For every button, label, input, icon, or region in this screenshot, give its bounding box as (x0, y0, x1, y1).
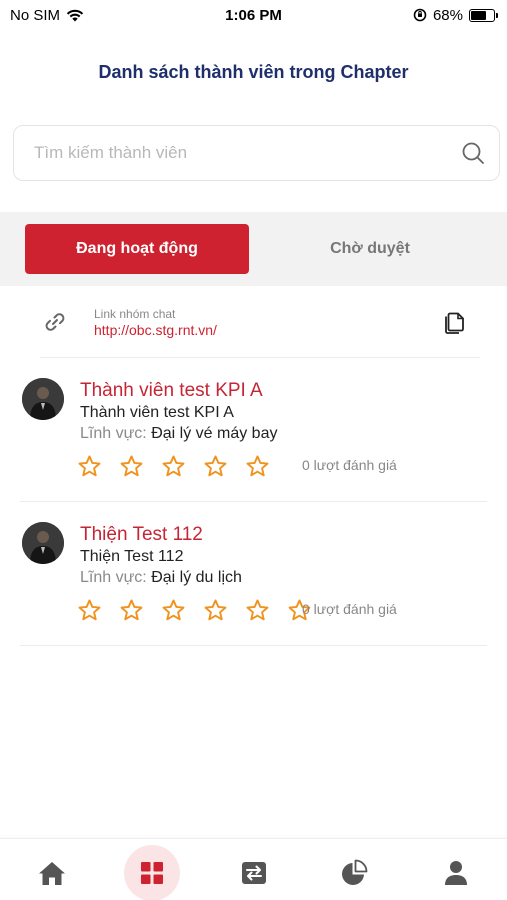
copy-icon[interactable] (444, 310, 466, 334)
chat-link-url[interactable]: http://obc.stg.rnt.vn/ (94, 322, 217, 338)
star-icon (120, 599, 143, 621)
search-input[interactable] (34, 143, 461, 163)
member-subtitle: Thiện Test 112 (80, 548, 184, 565)
star-icon (162, 599, 185, 621)
member-name[interactable]: Thiện Test 112 (80, 524, 203, 546)
tab-pending-approval[interactable]: Chờ duyệt (258, 224, 482, 274)
avatar (22, 522, 64, 564)
nav-dashboard[interactable] (124, 845, 180, 900)
field-label: Lĩnh vực: (80, 569, 147, 586)
star-icon (204, 599, 227, 621)
wifi-icon (66, 9, 84, 21)
avatar (22, 378, 64, 420)
star-icon (78, 599, 101, 621)
member-card[interactable]: Thành viên test KPI A Thành viên test KP… (20, 358, 487, 502)
field-label: Lĩnh vực: (80, 425, 147, 442)
avatar-image (22, 378, 64, 420)
field-value: Đại lý du lịch (151, 569, 242, 586)
person-icon[interactable] (444, 860, 468, 886)
orientation-lock-icon (413, 8, 427, 22)
link-icon (45, 313, 65, 331)
search-icon[interactable] (461, 141, 485, 165)
transfer-icon[interactable] (241, 861, 267, 885)
carrier-label: No SIM (10, 6, 61, 24)
nav-profile[interactable] (428, 845, 484, 900)
member-field: Lĩnh vực: Đại lý vé máy bay (80, 425, 277, 443)
rating-stars (78, 599, 311, 621)
star-icon (78, 455, 101, 477)
member-card[interactable]: Thiện Test 112 Thiện Test 112 Lĩnh vực: … (20, 502, 487, 646)
pie-chart-icon[interactable] (340, 859, 368, 887)
home-icon[interactable] (38, 860, 66, 886)
star-icon (120, 455, 143, 477)
battery-fill (471, 10, 486, 20)
star-icon (204, 455, 227, 477)
chat-link-row: Link nhóm chat http://obc.stg.rnt.vn/ (40, 300, 480, 358)
battery-percent: 68% (432, 6, 463, 24)
member-field: Lĩnh vực: Đại lý du lịch (80, 569, 242, 587)
status-right: 68% (413, 6, 498, 24)
rating-count: 0 lượt đánh giá (302, 457, 397, 473)
member-subtitle: Thành viên test KPI A (80, 404, 234, 421)
grid-icon[interactable] (140, 861, 164, 885)
tabs-bar: Đang hoạt động Chờ duyệt (0, 212, 507, 286)
rating-count: 0 lượt đánh giá (302, 601, 397, 617)
chat-link-label: Link nhóm chat (94, 307, 176, 321)
nav-reports[interactable] (326, 845, 382, 900)
battery-icon (469, 8, 498, 22)
star-icon (162, 455, 185, 477)
status-bar: No SIM 1:06 PM 68% (0, 0, 507, 30)
avatar-image (22, 522, 64, 564)
tab-active-members[interactable]: Đang hoạt động (25, 224, 249, 274)
field-value: Đại lý vé máy bay (151, 425, 278, 442)
star-icon (246, 599, 269, 621)
search-box[interactable] (13, 125, 500, 181)
rating-stars (78, 455, 269, 477)
status-left: No SIM (10, 7, 84, 24)
nav-home[interactable] (24, 845, 80, 900)
page-title: Danh sách thành viên trong Chapter (98, 62, 409, 82)
star-icon (246, 455, 269, 477)
bottom-nav (0, 838, 507, 900)
member-name[interactable]: Thành viên test KPI A (80, 380, 263, 402)
nav-transactions[interactable] (226, 845, 282, 900)
